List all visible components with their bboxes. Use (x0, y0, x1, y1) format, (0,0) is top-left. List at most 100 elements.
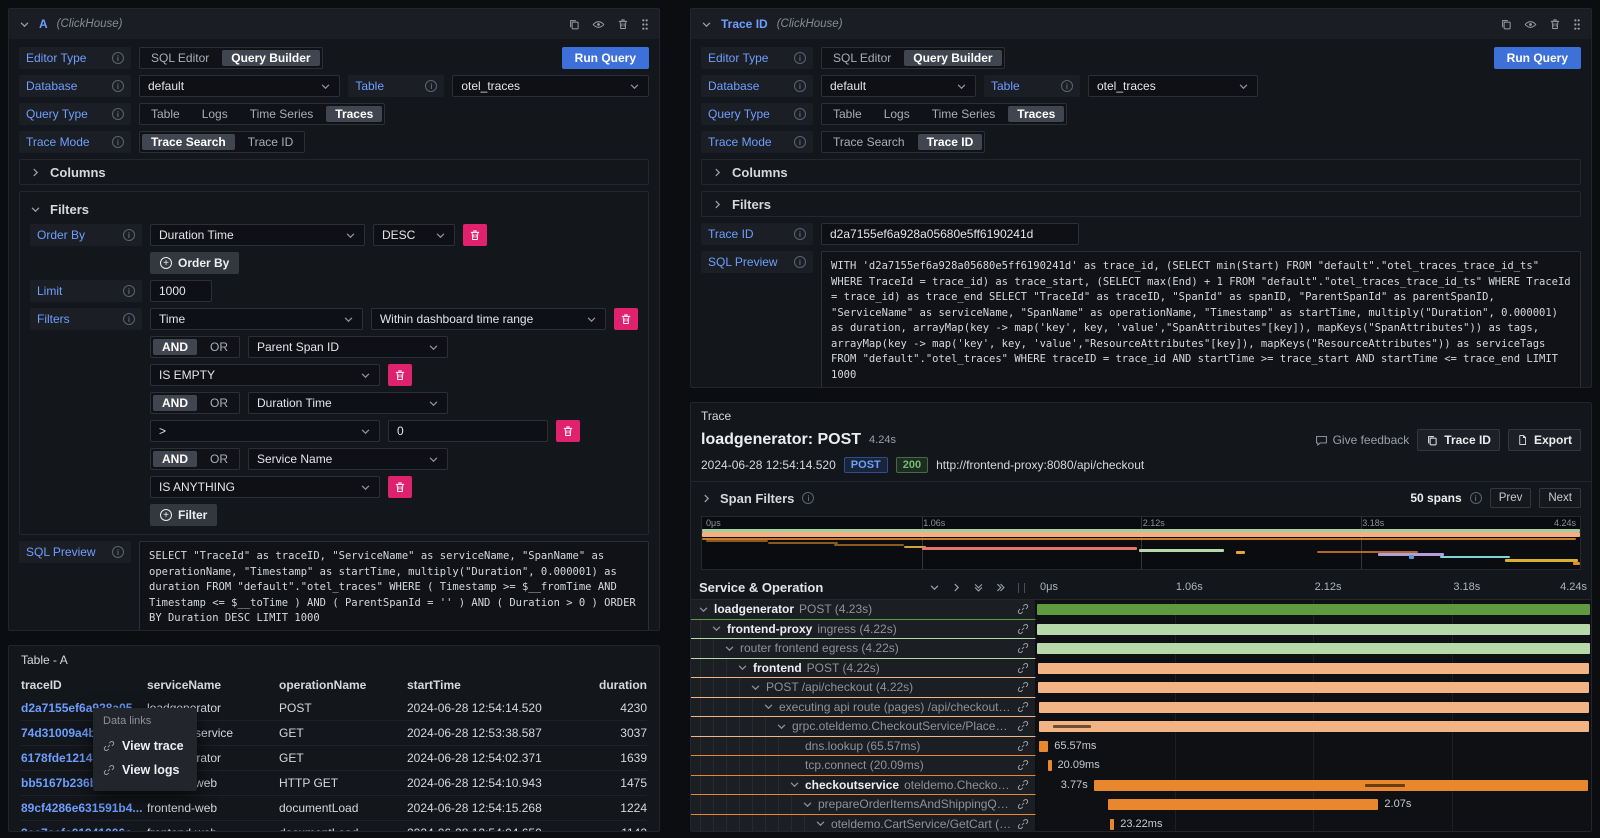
condition-operator-select[interactable]: IS ANYTHING (150, 476, 380, 498)
duplicate-query-icon[interactable] (1500, 18, 1512, 30)
table-select[interactable]: otel_traces (1088, 75, 1258, 97)
span-name-cell[interactable]: executing api route (pages) /api/checkou… (691, 698, 1036, 718)
link-icon[interactable] (1017, 740, 1035, 752)
link-icon[interactable] (1017, 701, 1035, 713)
trace-id-link[interactable]: 3cc7acfc01941006c... (21, 826, 147, 831)
link-icon[interactable] (1017, 623, 1035, 635)
span-gantt[interactable] (1036, 717, 1591, 737)
option-and[interactable]: AND (153, 339, 197, 355)
filter-value-select[interactable]: Within dashboard time range (371, 308, 606, 330)
option-or[interactable]: OR (199, 393, 239, 413)
chevron-down-icon[interactable] (815, 818, 826, 829)
chevron-down-icon[interactable] (724, 643, 735, 654)
trace-id-button[interactable]: Trace ID (1417, 429, 1500, 451)
span-name-cell[interactable]: prepareOrderItemsAndShippingQuoteFromCar… (691, 795, 1036, 815)
delete-query-icon[interactable] (617, 18, 629, 30)
column-header[interactable]: serviceName (147, 678, 279, 692)
condition-field-select[interactable]: Duration Time (248, 392, 448, 414)
chevron-down-icon[interactable] (802, 799, 813, 810)
hide-query-icon[interactable] (1524, 18, 1537, 31)
span-gantt[interactable]: 3.77s (1036, 776, 1591, 796)
collapse-one-icon[interactable] (929, 582, 940, 593)
option-query-builder[interactable]: Query Builder (904, 50, 1001, 66)
add-filter-button[interactable]: Filter (150, 504, 217, 526)
span-gantt[interactable] (1036, 620, 1591, 640)
span-gantt[interactable] (1036, 600, 1591, 620)
column-resize-handle[interactable] (1018, 583, 1025, 593)
chevron-down-icon[interactable] (711, 623, 722, 634)
collapse-all-icon[interactable] (973, 582, 984, 593)
chevron-down-icon[interactable] (737, 662, 748, 673)
collapse-panel-icon[interactable] (19, 19, 30, 30)
option-logs[interactable]: Logs (191, 104, 239, 124)
info-icon[interactable] (794, 108, 806, 120)
chevron-right-icon[interactable] (701, 493, 712, 504)
span-bar[interactable] (1037, 624, 1590, 635)
expand-all-icon[interactable] (995, 582, 1006, 593)
link-icon[interactable] (1017, 603, 1035, 615)
column-header[interactable]: duration (597, 678, 647, 692)
condition-operator-select[interactable]: IS EMPTY (150, 364, 380, 386)
condition-field-select[interactable]: Service Name (248, 448, 448, 470)
span-name-cell[interactable]: dns.lookup (65.57ms) (691, 737, 1036, 757)
option-time-series[interactable]: Time Series (239, 104, 325, 124)
info-icon[interactable] (112, 80, 124, 92)
span-bar[interactable] (1038, 663, 1590, 674)
link-icon[interactable] (1017, 681, 1035, 693)
info-icon[interactable] (123, 229, 135, 241)
span-bar[interactable] (1039, 741, 1048, 752)
link-icon[interactable] (1017, 642, 1035, 654)
info-icon[interactable] (794, 136, 806, 148)
chevron-down-icon[interactable] (750, 682, 761, 693)
link-icon[interactable] (1017, 779, 1035, 791)
link-icon[interactable] (1017, 818, 1035, 830)
link-icon[interactable] (1017, 759, 1035, 771)
export-button[interactable]: Export (1508, 429, 1581, 451)
option-table[interactable]: Table (822, 104, 873, 124)
remove-filter-button[interactable] (614, 308, 638, 330)
panel-header-trace-id[interactable]: Trace ID (ClickHouse) (691, 9, 1591, 39)
column-header[interactable]: traceID (21, 678, 147, 692)
chevron-down-icon[interactable] (789, 779, 800, 790)
prev-button[interactable]: Prev (1490, 488, 1532, 508)
span-bar[interactable] (1038, 682, 1590, 693)
info-icon[interactable] (1061, 80, 1073, 92)
info-icon[interactable] (794, 52, 806, 64)
span-name-cell[interactable]: frontend-proxyingress (4.22s) (691, 620, 1036, 640)
link-icon[interactable] (1017, 662, 1035, 674)
span-bar[interactable] (1108, 799, 1379, 810)
option-or[interactable]: OR (199, 337, 239, 357)
span-name-cell[interactable]: checkoutserviceoteldemo.CheckoutService/… (691, 776, 1036, 796)
view-logs-link[interactable]: View logs (103, 758, 187, 782)
remove-condition-button[interactable] (388, 364, 412, 386)
duplicate-query-icon[interactable] (568, 18, 580, 30)
span-name-cell[interactable]: POST /api/checkout (4.22s) (691, 678, 1036, 698)
option-sql-editor[interactable]: SQL Editor (140, 48, 220, 68)
option-and[interactable]: AND (153, 395, 197, 411)
trace-id-input[interactable] (821, 223, 1079, 245)
info-icon[interactable] (123, 313, 135, 325)
span-gantt[interactable] (1036, 698, 1591, 718)
view-trace-link[interactable]: View trace (103, 734, 187, 758)
column-header[interactable]: startTime (407, 678, 597, 692)
drag-handle-icon[interactable] (1573, 18, 1581, 31)
trace-minimap[interactable]: 0μs 1.06s 2.12s 3.18s 4.24s (701, 516, 1581, 570)
order-by-field-select[interactable]: Duration Time (150, 224, 365, 246)
span-gantt[interactable]: 20.09ms (1036, 756, 1591, 776)
option-trace-search[interactable]: Trace Search (142, 134, 235, 150)
option-query-builder[interactable]: Query Builder (222, 50, 319, 66)
hide-query-icon[interactable] (592, 18, 605, 31)
option-trace-id[interactable]: Trace ID (237, 132, 305, 152)
info-icon[interactable] (112, 546, 124, 558)
info-icon[interactable] (112, 108, 124, 120)
span-bar[interactable] (1094, 780, 1588, 791)
span-bar[interactable] (1037, 604, 1590, 615)
info-icon[interactable] (794, 228, 806, 240)
remove-order-by-button[interactable] (463, 224, 487, 246)
condition-value-input[interactable] (388, 420, 548, 442)
trace-id-link[interactable]: 89cf4286e631591b4... (21, 801, 147, 815)
info-icon[interactable] (425, 80, 437, 92)
option-and[interactable]: AND (153, 451, 197, 467)
column-header[interactable]: operationName (279, 678, 407, 692)
filter-field-select[interactable]: Time (150, 308, 363, 330)
